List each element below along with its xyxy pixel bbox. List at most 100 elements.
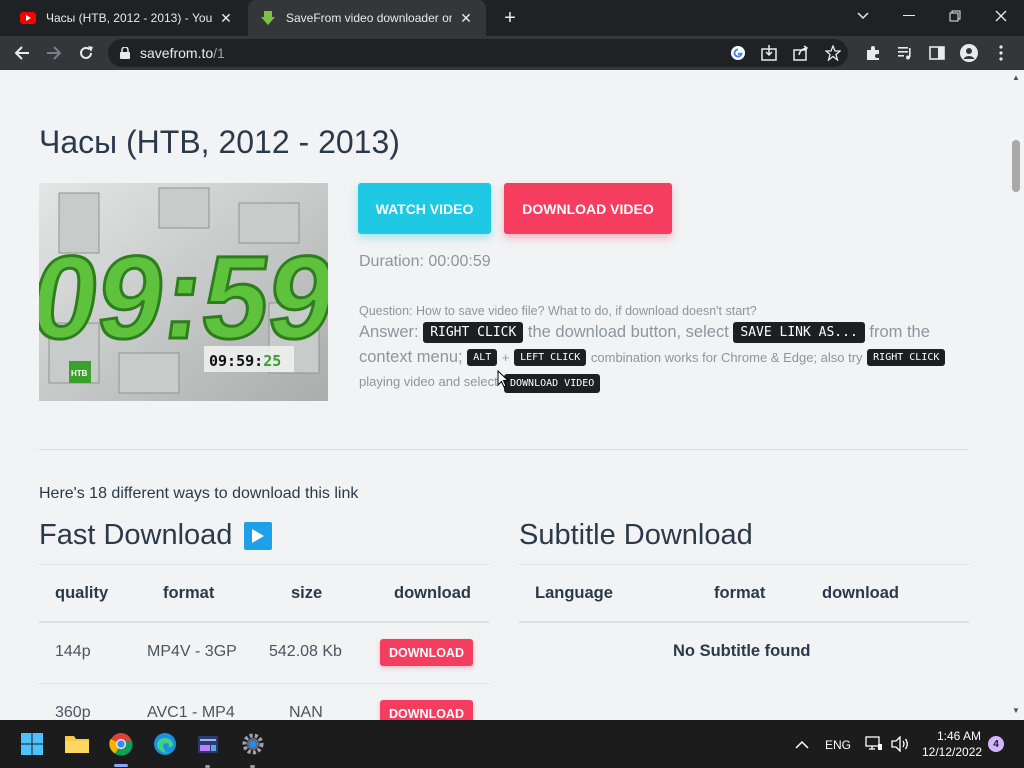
cell-format: MP4V - 3GP [147,643,237,660]
clock-date[interactable]: 12/12/2022 [922,745,982,759]
subtitle-download-heading: Subtitle Download [519,519,753,551]
kbd-save-link-as: SAVE LINK AS... [733,322,865,343]
settings-gear-icon[interactable] [237,728,269,760]
kbd-alt: ALT [467,349,498,367]
minimize-button[interactable] [886,0,932,32]
tab-title: Часы (НТВ, 2012 - 2013) - YouTube [46,11,212,25]
tab-strip: Часы (НТВ, 2012 - 2013) - YouTube ✕ Save… [0,0,1024,36]
thumbnail-clock-time: 09:59: [209,352,263,370]
svg-text:09:59:25: 09:59:25 [209,352,281,370]
scroll-down-arrow-icon[interactable]: ▼ [1011,707,1021,715]
download-360p-button[interactable]: DOWNLOAD [380,700,473,720]
kbd-right-click: RIGHT CLICK [867,349,946,367]
close-tab-icon[interactable]: ✕ [218,10,234,26]
windows-taskbar: ENG 1:46 AM 12/12/2022 [0,720,1024,768]
install-app-icon[interactable] [758,42,780,64]
col-header-download: download [822,584,899,602]
section-divider [39,449,968,450]
google-icon[interactable] [727,42,749,64]
col-header-language: Language [535,584,613,602]
back-button[interactable] [8,39,36,67]
restore-button[interactable] [932,0,978,32]
video-thumbnail[interactable]: 09:59 09:59:25 НТВ [39,183,328,401]
answer-prefix: Answer: [359,322,419,341]
tab-youtube[interactable]: Часы (НТВ, 2012 - 2013) - YouTube ✕ [8,0,246,36]
clock-time[interactable]: 1:46 AM [937,729,981,743]
kbd-left-click: LEFT CLICK [514,349,587,367]
col-header-download: download [394,584,471,602]
answer-plus: + [501,350,510,365]
forward-button[interactable] [40,39,68,67]
tab-savefrom[interactable]: SaveFrom video downloader online ✕ [248,0,486,36]
help-question: Question: How to save video file? What t… [359,304,757,318]
cell-quality: 144p [55,643,91,660]
notification-badge[interactable]: 4 [988,736,1004,752]
tab-search-icon[interactable] [840,0,886,32]
chrome-icon[interactable] [105,728,137,760]
ntv-logo: НТВ [71,369,88,378]
fast-download-heading: Fast Download [39,519,233,551]
cell-format: AVC1 - MP4 [147,704,235,720]
share-icon[interactable] [790,42,812,64]
duration-text: Duration: 00:00:59 [359,253,491,270]
play-icon[interactable] [244,522,272,550]
language-indicator[interactable]: ENG [825,738,851,752]
more-menu-icon[interactable] [990,42,1012,64]
mouse-cursor-icon [497,369,510,393]
ways-text: Here's 18 different ways to download thi… [39,485,359,502]
cell-quality: 360p [55,704,91,720]
answer-text: from the [869,322,930,341]
url-text: savefrom.to/1 [140,45,225,61]
table-border [39,683,489,684]
video-editor-icon[interactable] [192,728,224,760]
edge-icon[interactable] [149,728,181,760]
page-content: Часы (НТВ, 2012 - 2013) 09:59 09:59:25 Н… [0,70,1008,720]
close-tab-icon[interactable]: ✕ [458,10,474,26]
side-panel-icon[interactable] [926,42,948,64]
download-video-button[interactable]: DOWNLOAD VIDEO [504,183,672,234]
savefrom-icon [260,10,276,26]
answer-text: context menu; [359,348,463,366]
video-title: Часы (НТВ, 2012 - 2013) [39,124,400,160]
answer-text: combination works for Chrome & Edge; als… [590,350,863,365]
url-path: /1 [213,45,225,61]
table-border [39,564,489,565]
answer-text: playing video and select [359,374,498,389]
show-hidden-icons-chevron-icon[interactable] [786,728,818,760]
page-scrollbar[interactable]: ▲ ▼ [1008,70,1024,720]
thumbnail-clock-seconds: 25 [263,352,281,370]
lock-icon[interactable] [120,47,130,59]
thumbnail-clock-digits: 09:59 [39,233,328,364]
cell-size: 542.08 Kb [269,643,342,660]
col-header-size: size [291,584,323,602]
reload-button[interactable] [72,39,100,67]
answer-text: the download button, select [527,322,729,341]
bookmark-star-icon[interactable] [822,42,844,64]
url-host: savefrom.to [140,45,214,61]
tab-title: SaveFrom video downloader online [286,11,452,25]
extensions-icon[interactable] [862,42,884,64]
download-144p-button[interactable]: DOWNLOAD [380,639,473,666]
close-window-button[interactable] [978,0,1024,32]
windows-start-icon[interactable] [16,728,48,760]
scroll-thumb[interactable] [1012,140,1020,192]
volume-icon[interactable] [884,728,916,760]
browser-toolbar: savefrom.to/1 [0,36,1024,70]
file-explorer-icon[interactable] [61,728,93,760]
table-border [39,621,489,623]
kbd-download-video: DOWNLOAD VIDEO [504,374,601,393]
youtube-icon [20,10,36,26]
col-header-format: format [163,584,215,602]
col-header-format: format [714,584,766,602]
table-border [519,621,969,623]
new-tab-button[interactable]: + [498,6,522,30]
col-header-quality: quality [55,584,109,602]
kbd-right-click: RIGHT CLICK [423,322,524,343]
watch-video-button[interactable]: WATCH VIDEO [358,183,491,234]
cell-size: NAN [289,704,323,720]
profile-avatar-icon[interactable] [958,42,980,64]
no-subtitle-message: No Subtitle found [673,642,811,660]
active-app-indicator [114,764,128,767]
scroll-up-arrow-icon[interactable]: ▲ [1011,74,1021,82]
media-control-icon[interactable] [894,42,916,64]
